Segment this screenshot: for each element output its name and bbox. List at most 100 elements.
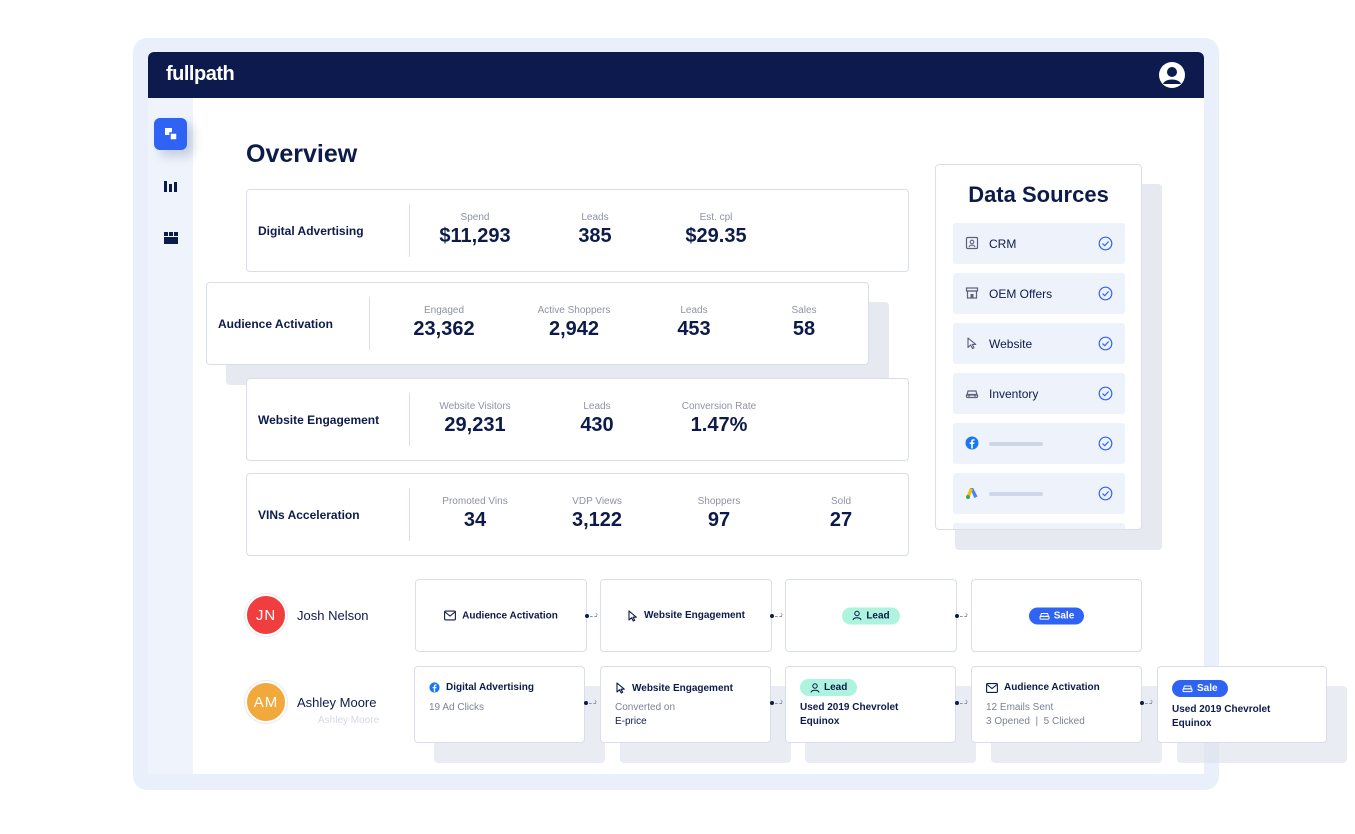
data-source-more[interactable] (953, 523, 1125, 529)
cursor-icon (967, 337, 977, 350)
metric-spend: Spend $11,293 (439, 212, 511, 247)
connector-arrow: › (955, 609, 971, 619)
journey-step-lead[interactable]: Lead (785, 579, 957, 652)
step-detail-line: Used 2019 Chevrolet (1172, 704, 1271, 715)
mail-icon (444, 610, 457, 621)
sidebar-item-store[interactable] (154, 222, 187, 254)
metric-est-cpl: Est. cpl $29.35 (685, 212, 747, 247)
cursor-icon (628, 609, 637, 622)
metric-sales: Sales 58 (791, 305, 817, 340)
divider (369, 297, 370, 350)
journey-step-lead[interactable]: Lead Used 2019 Chevrolet Equinox (785, 666, 956, 743)
connector-arrow: › (770, 696, 786, 706)
user-icon (852, 610, 862, 621)
sidebar (148, 98, 193, 774)
metric-engaged: Engaged 23,362 (413, 305, 475, 340)
journey-step-audience-activation[interactable]: Audience Activation 12 Emails Sent 3 Ope… (971, 666, 1142, 743)
check-circle-icon (1098, 486, 1113, 501)
metric-shoppers: Shoppers 97 (697, 496, 741, 531)
metric-website-visitors: Website Visitors 29,231 (439, 401, 511, 436)
lead-badge: Lead (800, 679, 858, 696)
placeholder-bar (989, 492, 1043, 496)
connector-arrow: › (770, 609, 786, 619)
data-source-name: OEM Offers (989, 287, 1053, 301)
card-label: Audience Activation (218, 316, 333, 331)
person-name: Ashley Moore (297, 694, 377, 710)
storefront-icon (965, 287, 979, 299)
step-detail-line: 3 Opened | 5 Clicked (986, 716, 1085, 727)
card-vins-acceleration[interactable]: VINs Acceleration Promoted Vins 34 VDP Vi… (246, 473, 909, 556)
card-label: VINs Acceleration (258, 507, 360, 522)
car-icon (1039, 612, 1050, 620)
card-website-engagement[interactable]: Website Engagement Website Visitors 29,23… (246, 378, 909, 461)
sidebar-item-reports[interactable] (154, 170, 187, 202)
step-detail-line: Converted on (615, 702, 676, 713)
journey-step-website-engagement[interactable]: Website Engagement (600, 579, 772, 652)
journey-step-digital-advertising[interactable]: Digital Advertising 19 Ad Clicks (414, 666, 585, 743)
step-detail-line: Equinox (800, 716, 840, 727)
google-ads-icon (966, 488, 978, 499)
contact-card-icon (965, 236, 979, 250)
app-logo[interactable]: fullpath (166, 63, 235, 86)
facebook-icon (429, 682, 440, 693)
metric-sold: Sold 27 (829, 496, 853, 531)
cursor-icon (616, 682, 625, 694)
step-title: Website Engagement (644, 610, 745, 621)
card-label: Digital Advertising (258, 223, 364, 238)
step-title: Audience Activation (1004, 682, 1100, 693)
facebook-icon (965, 436, 979, 450)
top-bar: fullpath (148, 52, 1204, 98)
data-sources-title: Data Sources (968, 182, 1109, 207)
data-source-name: Website (989, 337, 1033, 351)
lead-badge: Lead (842, 607, 900, 624)
step-detail-line: E-price (615, 716, 647, 727)
sidebar-item-dashboard[interactable] (154, 118, 187, 150)
metric-promoted-vins: Promoted Vins 34 (442, 496, 508, 531)
ghost-name: Ashley Moore (318, 715, 380, 726)
data-source-name: Inventory (989, 387, 1039, 401)
journey-person-josh[interactable]: JN Josh Nelson (245, 594, 369, 636)
data-sources-panel: Data Sources CRM OEM Offers Website Inve… (935, 164, 1142, 530)
store-icon (163, 232, 178, 244)
avatar: JN (245, 594, 287, 636)
step-title: Audience Activation (462, 610, 558, 621)
journey-step-sale[interactable]: Sale Used 2019 Chevrolet Equinox (1157, 666, 1327, 743)
data-source-website[interactable]: Website (953, 323, 1125, 364)
person-name: Josh Nelson (297, 607, 369, 623)
car-icon (1182, 685, 1193, 693)
data-source-crm[interactable]: CRM (953, 223, 1125, 264)
metric-vdp-views: VDP Views 3,122 (571, 496, 623, 531)
bar-chart-icon (163, 181, 177, 192)
sale-badge: Sale (1172, 680, 1228, 697)
connector-arrow: › (1140, 696, 1156, 706)
user-icon (810, 682, 820, 693)
step-detail-line: Used 2019 Chevrolet (800, 702, 899, 713)
data-source-inventory[interactable]: Inventory (953, 373, 1125, 414)
journey-step-audience-activation[interactable]: Audience Activation (415, 579, 587, 652)
dashboard-icon (164, 128, 178, 141)
metric-leads: Leads 430 (580, 401, 614, 436)
step-title: Website Engagement (632, 682, 733, 694)
card-audience-activation[interactable]: Audience Activation Engaged 23,362 Active… (206, 282, 869, 365)
check-circle-icon (1098, 386, 1113, 401)
data-source-name: CRM (989, 237, 1017, 251)
check-circle-icon (1098, 286, 1113, 301)
data-source-oem-offers[interactable]: OEM Offers (953, 273, 1125, 314)
data-source-facebook[interactable] (953, 423, 1125, 464)
check-circle-icon (1098, 236, 1113, 251)
connector-arrow: › (584, 696, 600, 706)
car-icon (965, 390, 979, 399)
user-avatar-icon[interactable] (1158, 61, 1186, 89)
step-detail: 19 Ad Clicks (429, 702, 485, 713)
connector-arrow: › (585, 609, 601, 619)
journey-step-sale[interactable]: Sale (971, 579, 1142, 652)
data-source-google-ads[interactable] (953, 473, 1125, 514)
avatar: AM (245, 681, 287, 723)
card-digital-advertising[interactable]: Digital Advertising Spend $11,293 Leads 38… (246, 189, 909, 272)
placeholder-bar (989, 442, 1043, 446)
sale-badge: Sale (1028, 607, 1085, 624)
journey-step-website-engagement[interactable]: Website Engagement Converted on E-price (600, 666, 771, 743)
card-label: Website Engagement (258, 412, 380, 427)
step-detail-line: 12 Emails Sent (986, 702, 1054, 713)
metric-active-shoppers: Active Shoppers 2,942 (537, 305, 611, 340)
